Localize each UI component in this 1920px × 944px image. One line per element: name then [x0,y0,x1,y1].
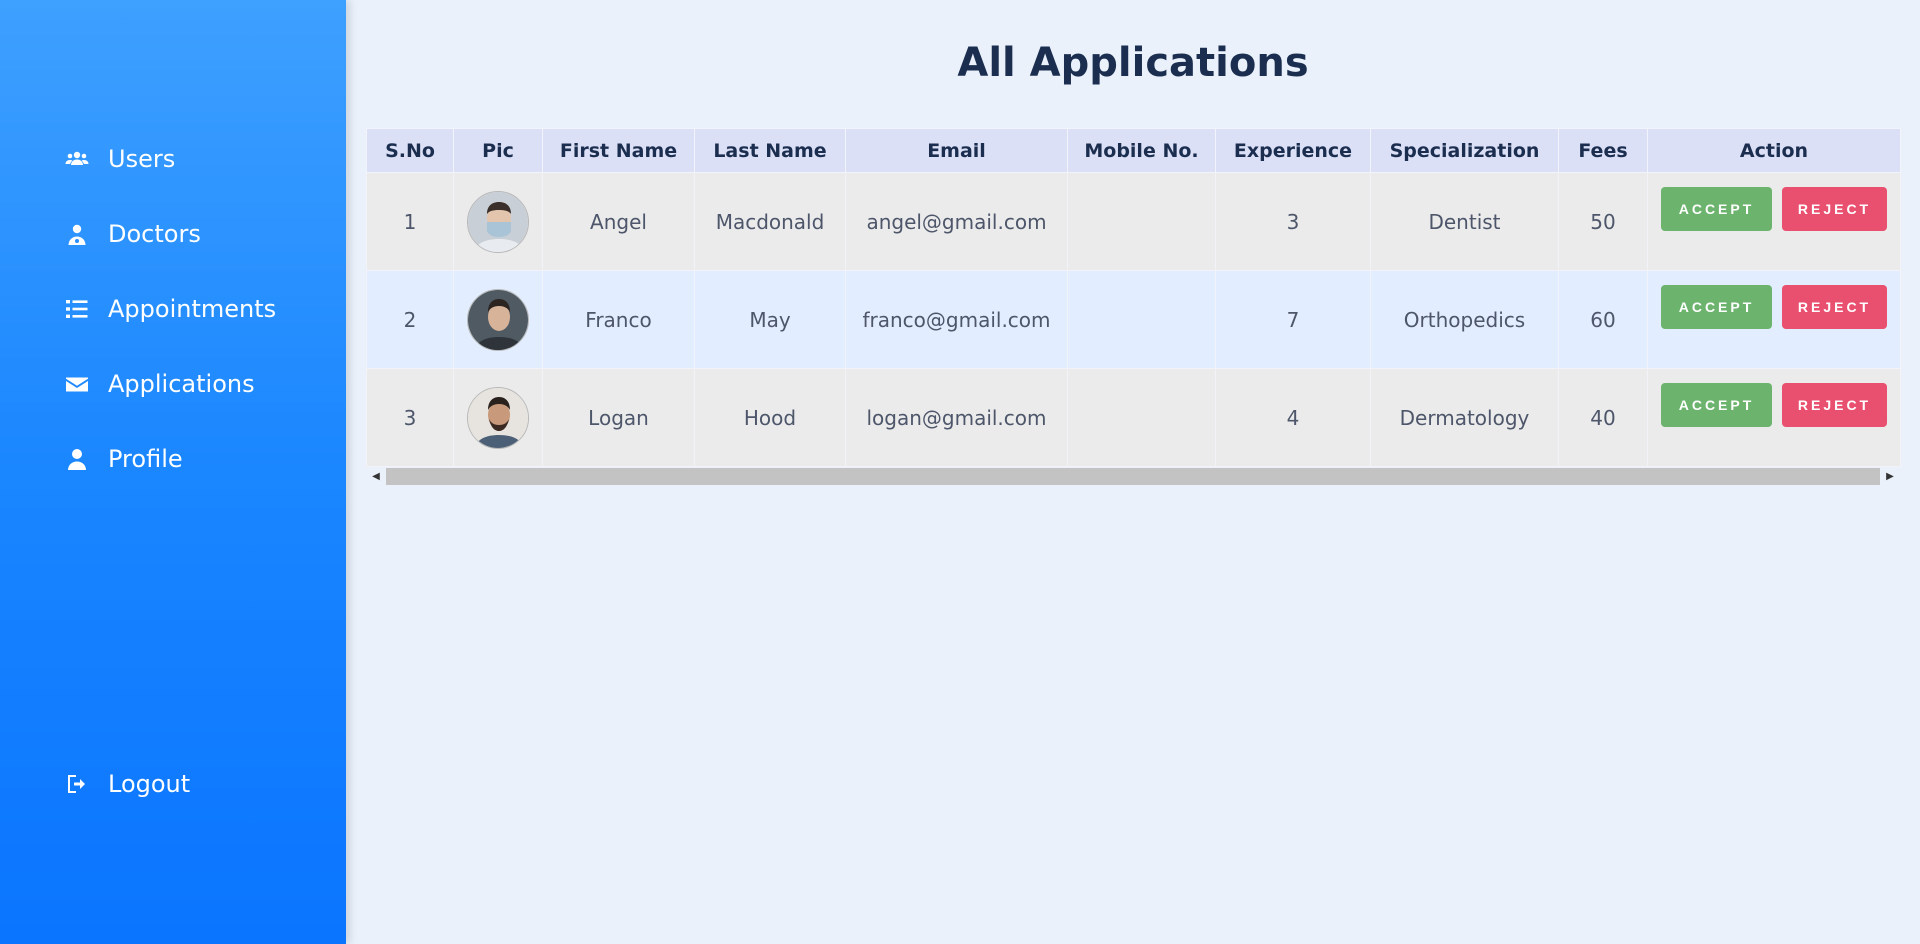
list-icon [64,296,90,322]
sidebar-item-label: Profile [108,445,183,473]
column-header-sno: S.No [366,128,454,173]
cell-first-name: Logan [542,368,695,467]
reject-button[interactable]: REJECT [1782,383,1887,427]
cell-sno: 1 [366,172,454,271]
avatar [467,190,529,253]
cell-email: franco@gmail.com [845,270,1068,369]
cell-action: ACCEPT REJECT [1647,270,1901,369]
cell-experience: 7 [1215,270,1371,369]
reject-button[interactable]: REJECT [1782,285,1887,329]
page-title: All Applications [957,40,1309,86]
logout-label: Logout [108,770,191,798]
accept-button[interactable]: ACCEPT [1661,383,1772,427]
column-header-fees: Fees [1558,128,1648,173]
logout-icon [64,771,90,797]
accept-button[interactable]: ACCEPT [1661,187,1772,231]
table-row: 2 Franco May franco@gmail.com 7 Orthoped… [366,270,1901,369]
column-header-experience: Experience [1215,128,1371,173]
cell-last-name: Macdonald [694,172,846,271]
sidebar-item-applications[interactable]: Applications [64,370,255,398]
avatar [467,386,529,449]
scroll-right-arrow-icon[interactable]: ▶ [1880,466,1900,486]
scroll-left-arrow-icon[interactable]: ◀ [366,466,386,486]
cell-specialization: Orthopedics [1370,270,1559,369]
table-row: 1 Angel Macdonald angel@gmail.com 3 Dent… [366,172,1901,271]
cell-pic [453,172,543,271]
sidebar-item-doctors[interactable]: Doctors [64,220,201,248]
cell-sno: 2 [366,270,454,369]
sidebar-item-appointments[interactable]: Appointments [64,295,276,323]
table-container: S.No Pic First Name Last Name Email Mobi… [366,128,1920,488]
sidebar-item-label: Appointments [108,295,277,323]
table-row: 3 Logan Hood logan@gmail.com 4 Dermatolo… [366,368,1901,467]
column-header-email: Email [845,128,1068,173]
cell-mobile [1067,368,1216,467]
cell-last-name: Hood [694,368,846,467]
cell-experience: 3 [1215,172,1371,271]
column-header-specialization: Specialization [1370,128,1559,173]
cell-fees: 50 [1558,172,1648,271]
sidebar-item-label: Doctors [108,220,201,248]
cell-action: ACCEPT REJECT [1647,172,1901,271]
avatar [467,288,529,351]
cell-mobile [1067,270,1216,369]
users-icon [64,146,90,172]
column-header-action: Action [1647,128,1901,173]
column-header-pic: Pic [453,128,543,173]
cell-first-name: Franco [542,270,695,369]
column-header-first-name: First Name [542,128,695,173]
cell-email: angel@gmail.com [845,172,1068,271]
scroll-thumb[interactable] [386,467,1880,485]
user-icon [64,446,90,472]
column-header-mobile: Mobile No. [1067,128,1216,173]
doctor-icon [64,221,90,247]
logout-button[interactable]: Logout [64,770,190,798]
cell-specialization: Dermatology [1370,368,1559,467]
envelope-icon [64,371,90,397]
cell-first-name: Angel [542,172,695,271]
sidebar-item-label: Users [108,145,176,173]
accept-button[interactable]: ACCEPT [1661,285,1772,329]
sidebar: Users Doctors Appointments Applications … [0,0,346,944]
cell-email: logan@gmail.com [845,368,1068,467]
cell-pic [453,270,543,369]
cell-fees: 40 [1558,368,1648,467]
cell-experience: 4 [1215,368,1371,467]
sidebar-item-users[interactable]: Users [64,145,175,173]
cell-action: ACCEPT REJECT [1647,368,1901,467]
table-header-row: S.No Pic First Name Last Name Email Mobi… [366,128,1901,173]
column-header-last-name: Last Name [694,128,846,173]
cell-last-name: May [694,270,846,369]
reject-button[interactable]: REJECT [1782,187,1887,231]
cell-fees: 60 [1558,270,1648,369]
sidebar-item-label: Applications [108,370,255,398]
main-content: All Applications S.No Pic First Name Las… [346,0,1920,944]
applications-table: S.No Pic First Name Last Name Email Mobi… [366,128,1901,467]
cell-mobile [1067,172,1216,271]
sidebar-item-profile[interactable]: Profile [64,445,183,473]
cell-pic [453,368,543,467]
cell-sno: 3 [366,368,454,467]
cell-specialization: Dentist [1370,172,1559,271]
horizontal-scrollbar[interactable]: ◀ ▶ [366,466,1900,486]
